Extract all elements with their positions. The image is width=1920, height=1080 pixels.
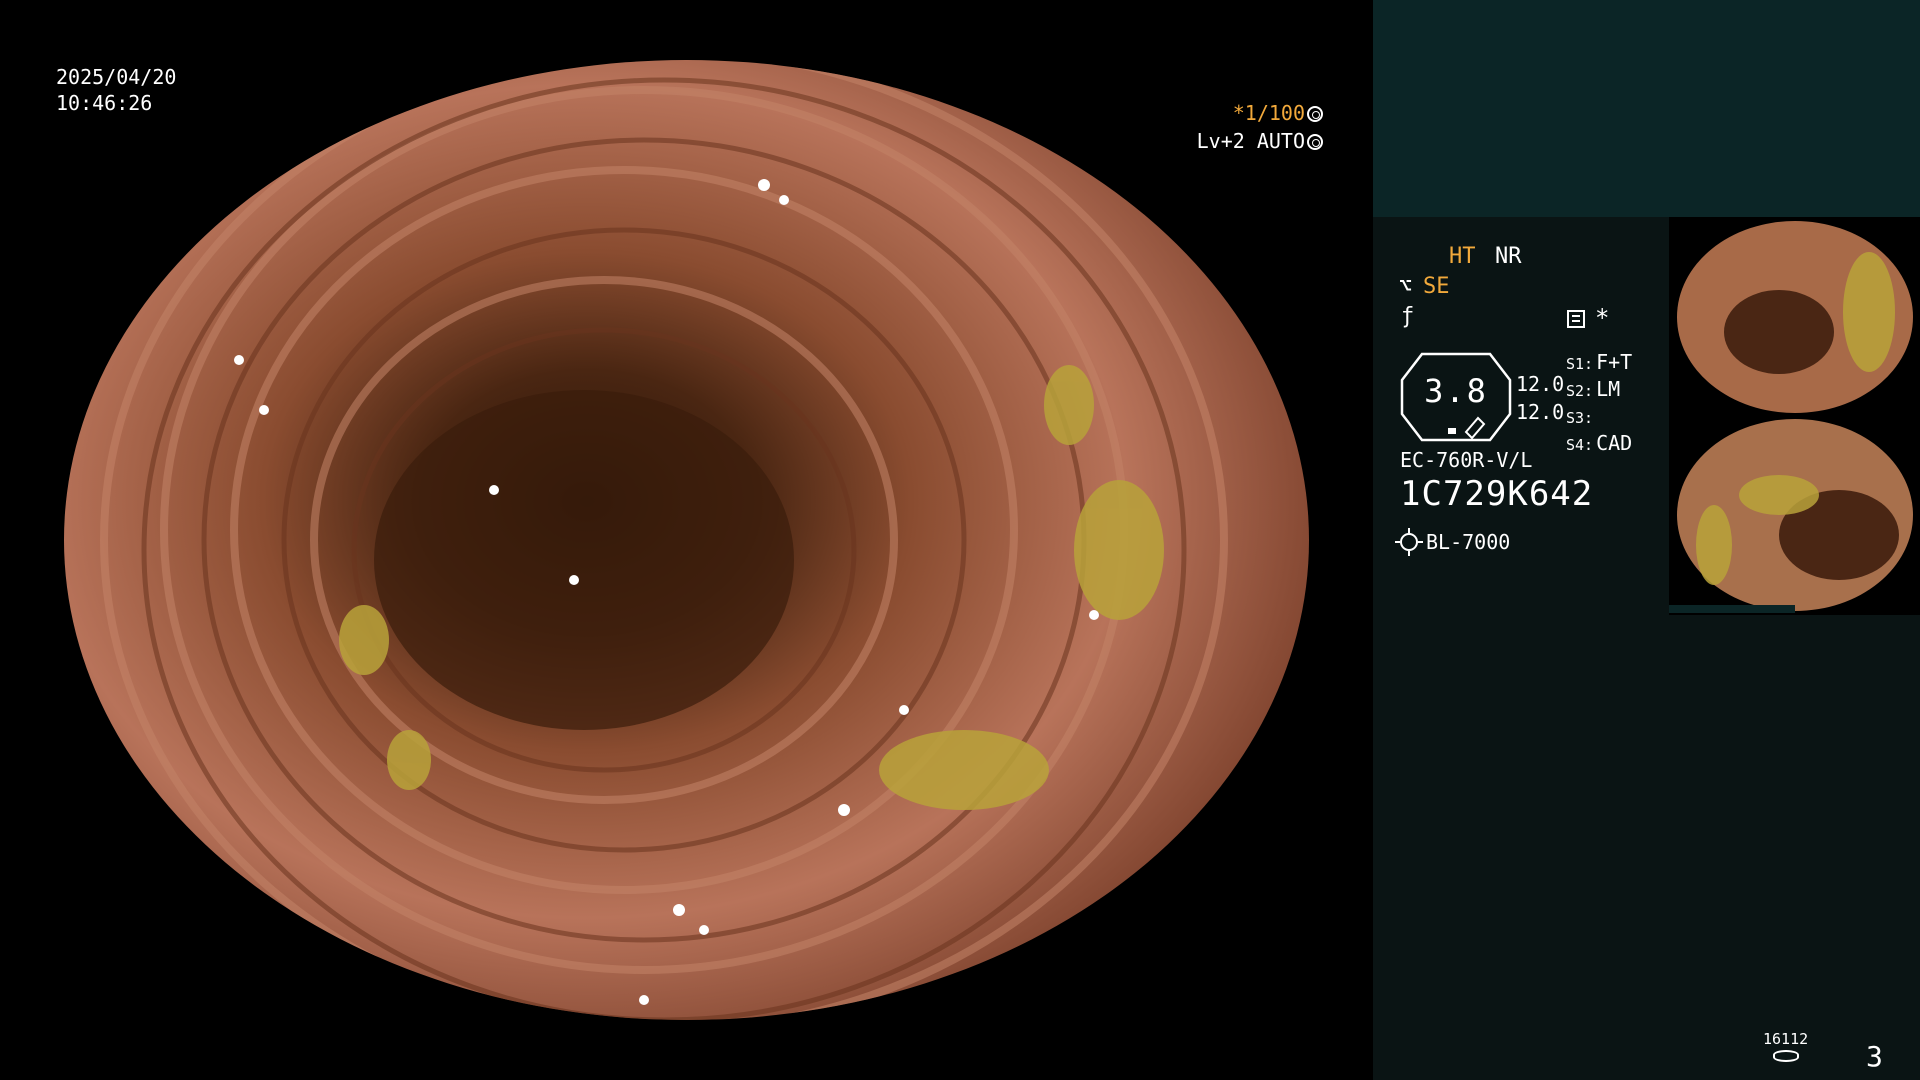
- thumbnail-strip: [1669, 605, 1795, 613]
- panel-header-area: [1373, 0, 1920, 217]
- readout-1: 12.0: [1516, 372, 1565, 396]
- star-indicator: *: [1595, 304, 1610, 332]
- freeze-icon: ƒ: [1401, 304, 1415, 329]
- exposure-level: Lv+2: [1196, 129, 1245, 153]
- light-icon: [1395, 528, 1423, 556]
- counter-value: 16112: [1763, 1030, 1809, 1048]
- endoscope-image: [64, 60, 1309, 1020]
- slot-3: S3:: [1566, 409, 1594, 427]
- scope-model: EC-760R-V/L: [1400, 448, 1533, 472]
- time-text: 10:46:26: [56, 91, 153, 115]
- capture-thumbnail-1[interactable]: [1669, 217, 1920, 417]
- disk-icon: [1772, 1050, 1799, 1062]
- aperture-icon: [1307, 106, 1323, 122]
- switch-slots: S1: F+T S2: LM S3: S4: CAD: [1566, 350, 1632, 458]
- storage-counter: 16112: [1763, 1030, 1808, 1062]
- nr-mode: NR: [1495, 244, 1522, 269]
- light-source-label: BL-7000: [1426, 530, 1511, 554]
- readout-2: 12.0: [1516, 400, 1565, 424]
- endoscope-viewport: 2025/04/20 10:46:26 *1/100 Lv+2 AUTO: [0, 0, 1373, 1080]
- se-mode: SE: [1423, 274, 1450, 299]
- gauge-readouts: 12.0 12.0: [1516, 370, 1564, 426]
- magnification-gauge: 3.8: [1400, 352, 1512, 442]
- exposure-mode: AUTO: [1256, 129, 1305, 153]
- endoscopy-screen: 2025/04/20 10:46:26 *1/100 Lv+2 AUTO HT …: [0, 0, 1920, 1080]
- page-number: 3: [1866, 1040, 1883, 1073]
- settings-list-icon: [1567, 310, 1585, 328]
- slot-1: S1: F+T: [1566, 350, 1633, 374]
- slot-2: S2: LM: [1566, 377, 1621, 401]
- slot-4: S4: CAD: [1566, 431, 1633, 455]
- shutter-speed: *1/100: [1232, 101, 1305, 125]
- light-source: BL-7000: [1395, 528, 1511, 556]
- ht-mode: HT: [1449, 244, 1476, 269]
- datetime-display: 2025/04/20 10:46:26: [56, 64, 176, 116]
- shutter-display: *1/100 Lv+2 AUTO: [1197, 99, 1323, 155]
- date-text: 2025/04/20: [56, 65, 177, 89]
- scope-serial: 1C729K642: [1400, 474, 1594, 514]
- capture-thumbnail-2[interactable]: [1669, 415, 1920, 615]
- gauge-value: 3.8: [1424, 372, 1488, 410]
- auto-exposure-icon: [1307, 134, 1323, 150]
- scope-angle-icon: ⌥: [1399, 274, 1413, 299]
